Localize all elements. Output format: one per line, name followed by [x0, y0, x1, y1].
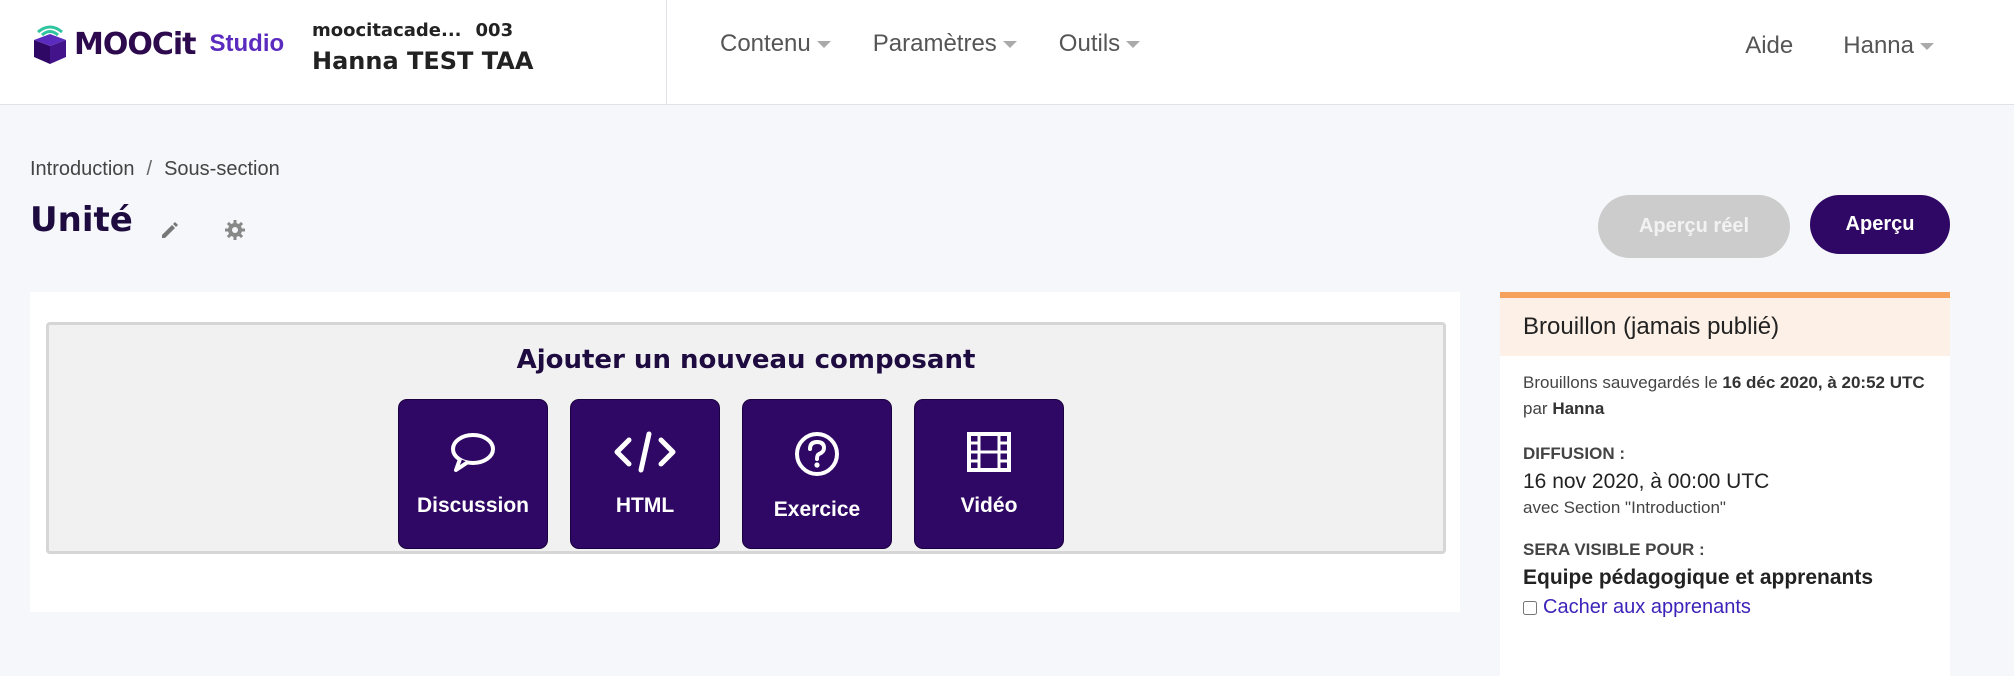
status-title: Brouillon (jamais publié) — [1500, 298, 1950, 356]
add-component-title: Ajouter un nouveau composant — [516, 345, 976, 375]
video-icon — [967, 432, 1011, 472]
visible-label: SERA VISIBLE POUR : — [1523, 540, 1705, 559]
draft-info: Brouillons sauvegardés le 16 déc 2020, à… — [1523, 373, 1925, 418]
brand-studio: Studio — [209, 30, 285, 57]
chevron-down-icon — [1002, 40, 1017, 48]
live-preview-button[interactable]: Aperçu réel — [1598, 195, 1790, 258]
discussion-icon — [451, 433, 495, 472]
brand-name: MOOCit — [74, 26, 196, 62]
release-label: DIFFUSION : — [1523, 444, 1625, 463]
course-org: moocitacade... — [312, 20, 462, 41]
nav-settings-menu[interactable]: Paramètres — [873, 30, 1017, 58]
page-title: Unité — [30, 200, 133, 240]
top-header: MOOCit Studio moocitacade... 003 Hanna TE… — [0, 0, 2014, 105]
course-title: Hanna TEST TAA — [312, 47, 534, 75]
breadcrumb-subsection[interactable]: Sous-section — [164, 158, 280, 180]
add-discussion-label: Discussion — [416, 494, 530, 517]
code-icon — [614, 431, 676, 473]
question-icon — [795, 432, 839, 476]
edit-pencil-icon[interactable] — [158, 218, 182, 242]
course-info[interactable]: moocitacade... 003 Hanna TEST TAA — [312, 20, 533, 75]
gear-icon[interactable] — [223, 218, 247, 242]
add-html-label: HTML — [615, 494, 675, 517]
breadcrumb: Introduction / Sous-section — [30, 158, 280, 181]
draft-date: 16 déc 2020, à 20:52 UTC — [1722, 373, 1925, 392]
user-nav: Aide Hanna — [1695, 32, 1934, 60]
breadcrumb-separator: / — [146, 158, 153, 180]
add-video-label: Vidéo — [960, 494, 1018, 517]
main-nav: Contenu Paramètres Outils — [720, 30, 1182, 58]
course-number: 003 — [475, 20, 514, 41]
chevron-down-icon — [816, 40, 831, 48]
help-link[interactable]: Aide — [1745, 32, 1793, 60]
add-component-box: Ajouter un nouveau composant Discussion … — [46, 322, 1446, 554]
user-menu[interactable]: Hanna — [1843, 32, 1934, 60]
chevron-down-icon — [1126, 40, 1141, 48]
hide-from-learners-label[interactable]: Cacher aux apprenants — [1543, 596, 1751, 619]
breadcrumb-section[interactable]: Introduction — [30, 158, 135, 180]
add-discussion-button[interactable]: Discussion — [399, 400, 547, 548]
add-html-button[interactable]: HTML — [571, 400, 719, 548]
draft-user: Hanna — [1552, 399, 1605, 418]
visible-value: Equipe pédagogique et apprenants — [1523, 566, 1874, 589]
nav-tools-menu[interactable]: Outils — [1059, 30, 1141, 58]
add-video-button[interactable]: Vidéo — [915, 400, 1063, 548]
unit-content-panel: Ajouter un nouveau composant Discussion … — [30, 292, 1460, 612]
add-problem-label: Exercice — [773, 498, 861, 521]
add-problem-button[interactable]: Exercice — [743, 400, 891, 548]
header-divider — [666, 0, 667, 104]
hide-from-learners-checkbox[interactable] — [1523, 600, 1537, 615]
cube-logo-icon — [34, 25, 66, 64]
hide-from-learners[interactable]: Cacher aux apprenants — [1523, 596, 1927, 619]
component-buttons: Discussion HTML Exercice Vidéo — [399, 400, 1087, 548]
moocit-logo[interactable]: MOOCit Studio — [30, 24, 284, 64]
release-date: 16 nov 2020, à 00:00 UTC — [1523, 470, 1770, 493]
release-with: avec Section "Introduction" — [1523, 498, 1726, 517]
preview-button[interactable]: Aperçu — [1810, 195, 1950, 254]
publish-status-sidebar: Brouillon (jamais publié) Brouillons sau… — [1500, 292, 1950, 676]
nav-content-menu[interactable]: Contenu — [720, 30, 831, 58]
chevron-down-icon — [1920, 42, 1934, 50]
